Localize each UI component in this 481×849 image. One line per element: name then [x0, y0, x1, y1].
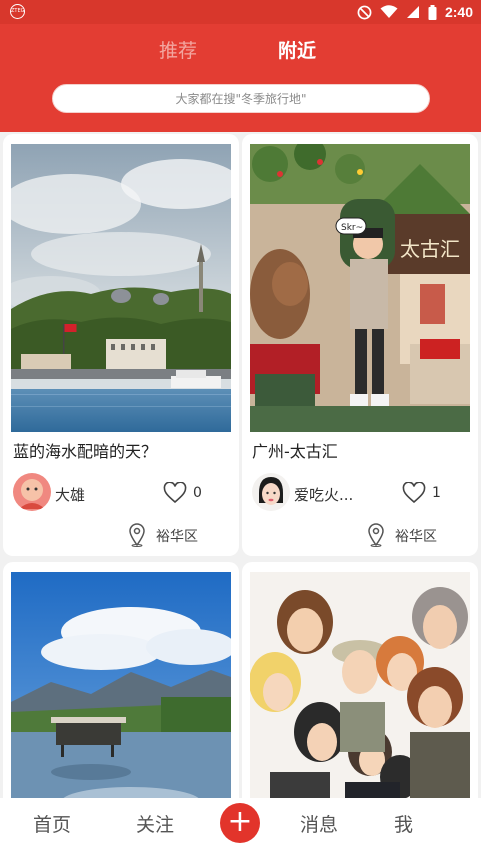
like-count: 1 [432, 485, 441, 501]
status-icons: 2:40 [357, 3, 473, 21]
post-image[interactable] [11, 572, 231, 798]
post-title[interactable]: 蓝的海水配暗的天？ [13, 438, 157, 462]
nav-home[interactable]: 首页 [33, 810, 71, 837]
post-feed[interactable]: 蓝的海水配暗的天？ 大雄 0 裕华区 太古汇 Skr~ 广州-太古汇 爱吃火..… [0, 132, 481, 798]
top-tabs: 推荐 附近 [0, 38, 481, 68]
tab-nearby[interactable]: 附近 [278, 38, 316, 64]
user-avatar[interactable] [252, 473, 290, 511]
post-card[interactable] [3, 562, 239, 798]
post-image[interactable] [11, 144, 231, 432]
clock: 2:40 [444, 4, 473, 20]
anime-characters-illustration [250, 572, 470, 798]
location-pin-icon [368, 523, 384, 547]
heart-icon[interactable] [402, 482, 426, 504]
post-title[interactable]: 广州-太古汇 [252, 438, 338, 462]
post-location: 裕华区 [156, 529, 198, 545]
speech-bubble: Skr~ [341, 223, 363, 233]
search-input[interactable]: 大家都在搜"冬季旅行地" [52, 84, 430, 113]
user-avatar[interactable] [13, 473, 51, 511]
post-card[interactable]: 太古汇 Skr~ 广州-太古汇 爱吃火... 1 裕华区 [242, 134, 478, 556]
istanbul-coastline-photo [11, 144, 231, 432]
app-notification-icon: ZTEG [10, 4, 25, 19]
status-bar: ZTEG 2:40 [0, 0, 481, 24]
post-image[interactable]: 太古汇 Skr~ [250, 144, 470, 432]
like-count: 0 [193, 485, 202, 501]
nav-me[interactable]: 我 [394, 810, 413, 837]
plus-icon[interactable]: + [220, 803, 260, 843]
signal-icon [406, 6, 419, 18]
user-name[interactable]: 大雄 [55, 484, 85, 505]
tab-recommended[interactable]: 推荐 [159, 38, 197, 64]
user-name[interactable]: 爱吃火... [294, 484, 353, 505]
wifi-icon [380, 5, 398, 18]
heart-icon[interactable] [163, 482, 187, 504]
lake-mountain-photo [11, 572, 231, 798]
nav-messages[interactable]: 消息 [300, 810, 338, 837]
nav-following[interactable]: 关注 [136, 810, 174, 837]
bottom-navigation: 首页 关注 + 消息 我 [0, 798, 481, 849]
post-card[interactable]: 蓝的海水配暗的天？ 大雄 0 裕华区 [3, 134, 239, 556]
post-image[interactable] [250, 572, 470, 798]
christmas-mall-photo: 太古汇 Skr~ [250, 144, 470, 432]
post-location: 裕华区 [395, 529, 437, 545]
post-card[interactable] [242, 562, 478, 798]
location-pin-icon [129, 523, 145, 547]
do-not-disturb-icon [357, 5, 372, 19]
app-header: 推荐 附近 大家都在搜"冬季旅行地" [0, 24, 481, 132]
store-sign: 太古汇 [400, 237, 460, 261]
battery-icon [428, 4, 437, 20]
